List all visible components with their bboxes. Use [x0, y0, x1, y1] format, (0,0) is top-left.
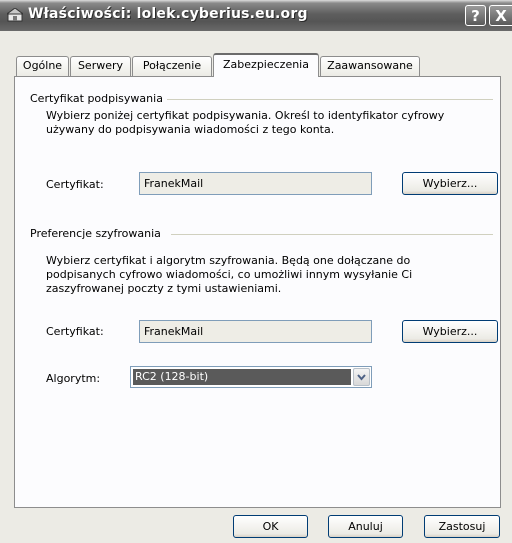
encryption-choose-button[interactable]: Wybierz...: [402, 320, 498, 343]
security-content: Certyfikat podpisywania Wybierz poniżej …: [0, 0, 512, 543]
chevron-down-icon[interactable]: [353, 368, 370, 386]
signing-cert-field[interactable]: FranekMail: [139, 172, 372, 195]
signing-cert-label: Certyfikat:: [46, 178, 104, 191]
encryption-description: Wybierz certyfikat i algorytm szyfrowani…: [46, 254, 413, 295]
algorithm-label: Algorytm:: [46, 372, 101, 385]
signing-group-divider: [167, 99, 493, 100]
ok-button[interactable]: OK: [233, 515, 308, 538]
encryption-group-divider: [171, 234, 493, 235]
apply-button[interactable]: Zastosuj: [424, 515, 500, 538]
cancel-button[interactable]: Anuluj: [328, 515, 403, 538]
algorithm-select[interactable]: RC2 (128-bit): [130, 366, 372, 388]
signing-description: Wybierz poniżej certyfikat podpisywania.…: [46, 109, 445, 136]
encryption-cert-field[interactable]: FranekMail: [139, 320, 372, 343]
signing-group-label: Certyfikat podpisywania: [30, 92, 163, 105]
properties-dialog: Właściwości: lolek.cyberius.eu.org ? X O…: [0, 0, 512, 543]
encryption-cert-label: Certyfikat:: [46, 325, 104, 338]
encryption-group-label: Preferencje szyfrowania: [30, 227, 161, 240]
algorithm-select-value: RC2 (128-bit): [133, 369, 351, 385]
signing-choose-button[interactable]: Wybierz...: [402, 172, 498, 195]
